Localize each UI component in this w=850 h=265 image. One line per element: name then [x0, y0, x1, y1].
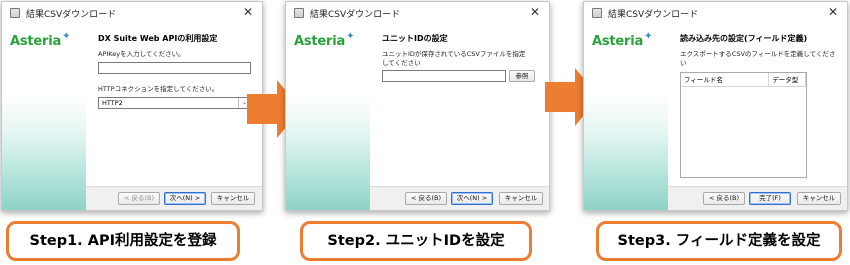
back-button[interactable]: < 戻る(B): [405, 192, 447, 205]
dialog-step2: 結果CSVダウンロード ✕ Asteria✦ ユニットIDの設定 ユニットIDが…: [285, 1, 550, 211]
instruction-line-2: してください: [382, 59, 421, 67]
close-icon[interactable]: ✕: [527, 4, 543, 20]
sparkle-icon: ✦: [346, 31, 355, 42]
cancel-button[interactable]: キャンセル: [499, 192, 543, 205]
instruction-line-1: エクスポートするCSVのフィールドを定義してくださ: [680, 50, 836, 58]
asteria-logo: Asteria✦: [10, 31, 71, 49]
browse-button[interactable]: 参照: [509, 70, 535, 82]
table-header: フィールド名 データ型: [681, 73, 806, 87]
next-button[interactable]: 次へ(N) >: [451, 192, 493, 205]
wizard-footer: < 戻る(B) 次へ(N) > キャンセル: [370, 186, 549, 210]
cancel-button[interactable]: キャンセル: [797, 192, 841, 205]
apikey-input[interactable]: [98, 62, 251, 74]
asteria-logo: Asteria✦: [294, 31, 355, 49]
dialog-step3: 結果CSVダウンロード ✕ Asteria✦ 読み込み先の設定(フィールド定義)…: [583, 1, 848, 211]
title-bar: 結果CSVダウンロード ✕: [286, 2, 549, 24]
step2-label: Step2. ユニットIDを設定: [300, 221, 532, 261]
app-icon: [592, 8, 602, 18]
http-connection-value: HTTP2: [102, 99, 123, 107]
http-connection-select[interactable]: HTTP2 ⌄: [98, 97, 251, 109]
wizard-sidebar: Asteria✦: [286, 24, 370, 210]
wizard-footer: < 戻る(B) 次へ(N) > キャンセル: [86, 186, 262, 210]
step1-label: Step1. API利用設定を登録: [6, 221, 240, 261]
cancel-button[interactable]: キャンセル: [211, 192, 255, 205]
csv-file-input[interactable]: [382, 70, 506, 82]
stage: 結果CSVダウンロード ✕ Asteria✦ DX Suite Web APIの…: [0, 0, 850, 265]
column-header-field-name[interactable]: フィールド名: [681, 73, 770, 86]
window-title: 結果CSVダウンロード: [310, 9, 401, 20]
wizard-sidebar: Asteria✦: [2, 24, 86, 210]
sparkle-icon: ✦: [62, 31, 71, 42]
wizard-sidebar: Asteria✦: [584, 24, 668, 210]
window-title: 結果CSVダウンロード: [608, 9, 699, 20]
page-title: DX Suite Web APIの利用設定: [98, 34, 218, 43]
close-icon[interactable]: ✕: [240, 4, 256, 20]
next-button[interactable]: 次へ(N) >: [164, 192, 206, 205]
apikey-label: APIKeyを入力してください。: [98, 50, 185, 58]
back-button[interactable]: < 戻る(B): [118, 192, 160, 205]
wizard-footer: < 戻る(B) 完了(F) キャンセル: [668, 186, 847, 210]
wizard-content: DX Suite Web APIの利用設定 APIKeyを入力してください。 H…: [86, 24, 262, 210]
step3-label: Step3. フィールド定義を設定: [596, 221, 842, 261]
app-icon: [10, 8, 20, 18]
wizard-content: 読み込み先の設定(フィールド定義) エクスポートするCSVのフィールドを定義して…: [668, 24, 847, 210]
sparkle-icon: ✦: [644, 31, 653, 42]
title-bar: 結果CSVダウンロード ✕: [584, 2, 847, 24]
http-connection-label: HTTPコネクションを指定してください。: [98, 85, 219, 93]
instruction-line-2: い: [680, 59, 687, 67]
field-definition-table[interactable]: フィールド名 データ型: [680, 72, 807, 178]
wizard-content: ユニットIDの設定 ユニットIDが保存されているCSVファイルを指定 してくださ…: [370, 24, 549, 210]
finish-button[interactable]: 完了(F): [749, 192, 791, 205]
app-icon: [294, 8, 304, 18]
column-header-data-type[interactable]: データ型: [769, 73, 806, 86]
page-title: 読み込み先の設定(フィールド定義): [680, 34, 808, 43]
back-button[interactable]: < 戻る(B): [703, 192, 745, 205]
dialog-step1: 結果CSVダウンロード ✕ Asteria✦ DX Suite Web APIの…: [1, 1, 263, 211]
page-title: ユニットIDの設定: [382, 34, 448, 43]
asteria-logo: Asteria✦: [592, 31, 653, 49]
close-icon[interactable]: ✕: [825, 4, 841, 20]
title-bar: 結果CSVダウンロード ✕: [2, 2, 262, 24]
window-title: 結果CSVダウンロード: [26, 9, 117, 20]
